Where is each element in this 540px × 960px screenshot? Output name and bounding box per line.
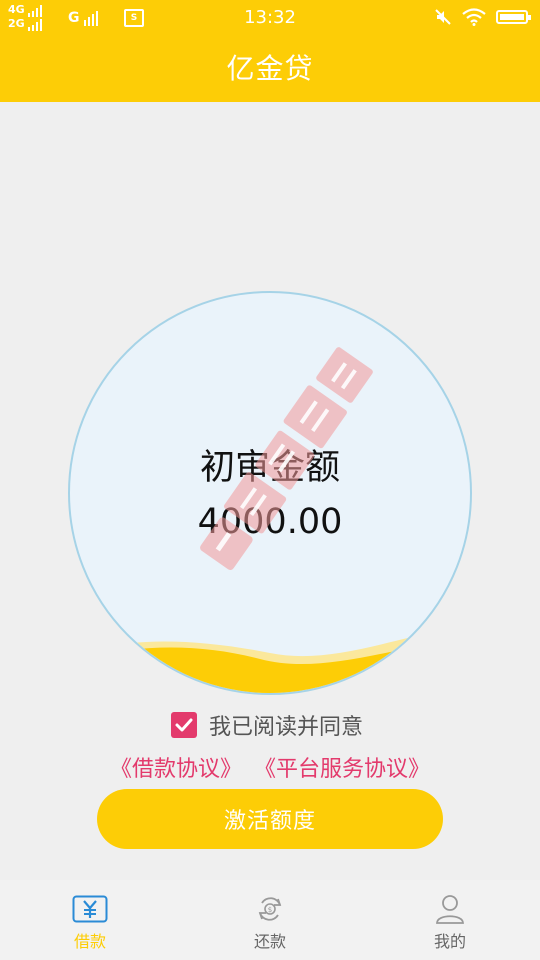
agree-text: 我已阅读并同意 [209,715,364,740]
wifi-icon [462,8,486,26]
status-icons [434,8,531,26]
repay-icon: $ [258,897,282,921]
yen-icon [72,895,108,923]
activate-credit-button[interactable]: 激活额度 [97,789,443,849]
tab-repay[interactable]: $ 还款 [220,890,320,952]
user-icon [436,895,464,924]
bottom-tab-bar: 借款 $ 还款 我的 [0,880,540,960]
initial-review-label: 初审金额 [199,448,340,488]
agreement-row: 我已阅读并同意 [171,710,363,740]
svg-text:$: $ [268,906,272,914]
status-bar: 4G 2G G S 13:32 [0,0,540,36]
credit-circle: 初审金额 4000.00 [68,291,472,695]
tab-mine[interactable]: 我的 [400,890,500,952]
tab-mine-label: 我的 [433,932,466,951]
agree-checkbox[interactable] [171,712,197,738]
mute-icon [435,9,451,25]
page-title: 亿金贷 [226,52,314,85]
tab-borrow-label: 借款 [73,932,106,951]
battery-icon [496,10,531,24]
loan-agreement-link[interactable]: 《借款协议》 [110,757,242,782]
app-header: 亿金贷 [0,36,540,102]
tab-repay-label: 还款 [253,932,286,951]
tab-borrow[interactable]: 借款 [40,890,140,952]
service-agreement-link[interactable]: 《平台服务协议》 [254,757,430,782]
wave-decoration [70,623,470,693]
initial-review-amount: 4000.00 [197,502,343,542]
agreement-links: 《借款协议》 《平台服务协议》 [0,756,540,784]
check-icon [175,718,193,732]
